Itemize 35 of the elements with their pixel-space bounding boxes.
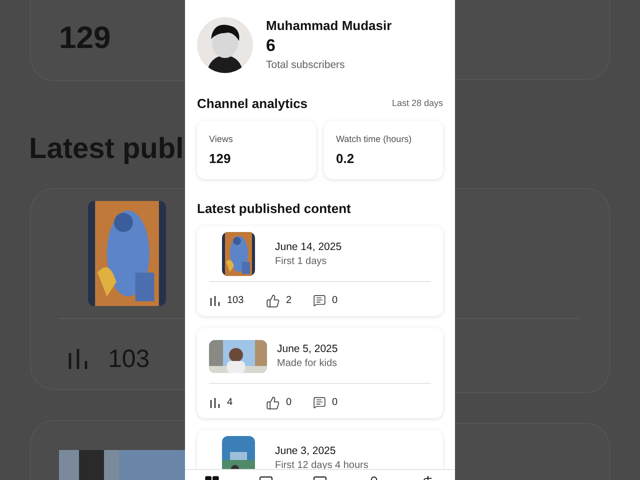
metric-value: 0.2	[336, 150, 356, 166]
publish-note: Made for kids	[277, 356, 338, 370]
publish-note: First 1 days	[275, 254, 328, 268]
avatar	[197, 17, 253, 73]
metric-card[interactable]: Watch time (hours) 0.2	[324, 120, 443, 178]
bar-chart-icon	[66, 347, 90, 372]
section-title: Channel analytics	[197, 95, 308, 113]
views-value: 129	[59, 20, 111, 55]
view-count: 103	[227, 294, 244, 308]
comment-icon	[313, 294, 326, 307]
content-card[interactable]: June 5, 2025 Made for kids 4 0 0	[197, 328, 443, 418]
publish-date: June 14, 2025	[275, 240, 342, 254]
metric-card[interactable]: Views 129	[197, 120, 316, 178]
comment-count: 0	[332, 396, 338, 410]
like-count: 0	[286, 396, 292, 410]
publish-date: June 5, 2025	[277, 342, 338, 356]
comment-count: 0	[332, 294, 338, 308]
comment-icon	[313, 396, 326, 409]
content-card[interactable]: June 14, 2025 First 1 days 103 2 0	[197, 226, 443, 316]
thumbs-up-icon	[266, 396, 280, 410]
publish-note: First 12 days 4 hours	[275, 458, 368, 472]
metric-label: Views	[209, 132, 234, 144]
channel-name: Muhammad Mudasir	[266, 18, 392, 34]
metric-label: Watch time (hours)	[336, 132, 413, 144]
bar-chart-icon	[209, 294, 221, 306]
publish-date: June 3, 2025	[275, 444, 337, 458]
view-count: 4	[227, 396, 233, 410]
period-label: Last 28 days	[392, 97, 443, 110]
subscriber-label: Total subscribers	[266, 58, 346, 72]
metric-value: 129	[209, 150, 232, 166]
subscriber-count: 6	[266, 35, 276, 57]
like-count: 2	[286, 294, 292, 308]
bar-chart-icon	[209, 396, 221, 408]
section-title: Latest published content	[197, 200, 352, 218]
thumbs-up-icon	[266, 294, 280, 308]
